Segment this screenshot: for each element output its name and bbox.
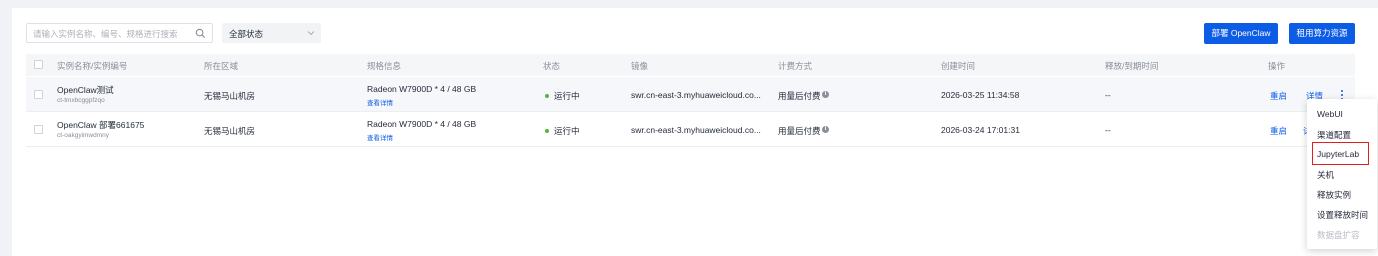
chevron-down-icon	[307, 31, 315, 36]
rent-compute-button[interactable]: 租用算力资源	[1289, 23, 1355, 44]
column-header: 操作	[1268, 61, 1286, 71]
restart-button[interactable]: 重启	[1270, 125, 1287, 137]
spec-info: Radeon W7900D * 4 / 48 GB	[367, 84, 477, 94]
status-running-dot	[545, 94, 549, 98]
info-icon[interactable]: i	[822, 126, 829, 133]
menu-item-webui[interactable]: WebUI	[1317, 109, 1343, 119]
created-time: 2026-03-24 17:01:31	[941, 125, 1020, 135]
status-text: 运行中	[554, 91, 580, 101]
menu-item-set-release-time[interactable]: 设置释放时间	[1317, 209, 1368, 221]
column-header: 状态	[543, 61, 561, 71]
more-actions-menu: WebUI 渠道配置 JupyterLab 关机 释放实例 设置释放时间 数据盘…	[1307, 99, 1377, 249]
status-filter-select[interactable]: 全部状态	[222, 23, 321, 43]
spec-detail-link[interactable]: 查看详情	[367, 132, 393, 142]
row-checkbox[interactable]	[34, 90, 43, 99]
menu-item-release-instance[interactable]: 释放实例	[1317, 189, 1351, 201]
column-header: 镜像	[631, 61, 649, 71]
column-header: 所在区域	[204, 61, 239, 71]
search-input[interactable]	[33, 27, 193, 40]
instance-name: OpenClaw 部署661675	[57, 120, 145, 130]
image-name: swr.cn-east-3.myhuaweicloud.co...	[631, 90, 761, 100]
billing-method: 用量后付费	[778, 126, 821, 136]
column-header: 创建时间	[941, 61, 976, 71]
menu-item-expand-data-disk: 数据盘扩容	[1317, 230, 1360, 240]
release-time: --	[1105, 125, 1111, 135]
restart-button[interactable]: 重启	[1270, 90, 1287, 102]
status-text: 运行中	[554, 126, 580, 136]
instance-id: ct-oakgyimwdmny	[57, 132, 110, 139]
menu-item-channel-config[interactable]: 渠道配置	[1317, 129, 1351, 141]
menu-item-shutdown[interactable]: 关机	[1317, 169, 1334, 181]
status-running-dot	[545, 129, 549, 133]
spec-detail-link[interactable]: 查看详情	[367, 97, 393, 107]
column-header: 规格信息	[367, 61, 402, 71]
select-all-checkbox[interactable]	[34, 60, 43, 69]
info-icon[interactable]: i	[822, 91, 829, 98]
table-header: 实例名称/实例编号 所在区域 规格信息 状态 镜像 计费方式 创建时间 释放/到…	[26, 54, 1355, 76]
status-filter-value: 全部状态	[229, 29, 264, 39]
spec-info: Radeon W7900D * 4 / 48 GB	[367, 119, 477, 129]
table-row[interactable]: OpenClaw测试 ct-tmxbcggpfzqo 无锡马山机房 Radeon…	[26, 77, 1355, 112]
release-time: --	[1105, 90, 1111, 100]
deploy-openclaw-button[interactable]: 部署 OpenClaw	[1204, 23, 1278, 44]
highlight-box	[1312, 142, 1369, 165]
table-row[interactable]: OpenClaw 部署661675 ct-oakgyimwdmny 无锡马山机房…	[26, 112, 1355, 147]
billing-method: 用量后付费	[778, 91, 821, 101]
region: 无锡马山机房	[204, 126, 256, 136]
column-header: 实例名称/实例编号	[57, 61, 128, 71]
region: 无锡马山机房	[204, 91, 256, 101]
created-time: 2026-03-25 11:34:58	[941, 90, 1020, 100]
column-header: 计费方式	[778, 61, 813, 71]
column-header: 释放/到期时间	[1105, 61, 1159, 71]
instance-name: OpenClaw测试	[57, 85, 114, 95]
search-icon[interactable]	[195, 28, 206, 39]
image-name: swr.cn-east-3.myhuaweicloud.co...	[631, 125, 761, 135]
search-box[interactable]	[26, 23, 213, 43]
row-checkbox[interactable]	[34, 125, 43, 134]
instance-id: ct-tmxbcggpfzqo	[57, 97, 105, 104]
